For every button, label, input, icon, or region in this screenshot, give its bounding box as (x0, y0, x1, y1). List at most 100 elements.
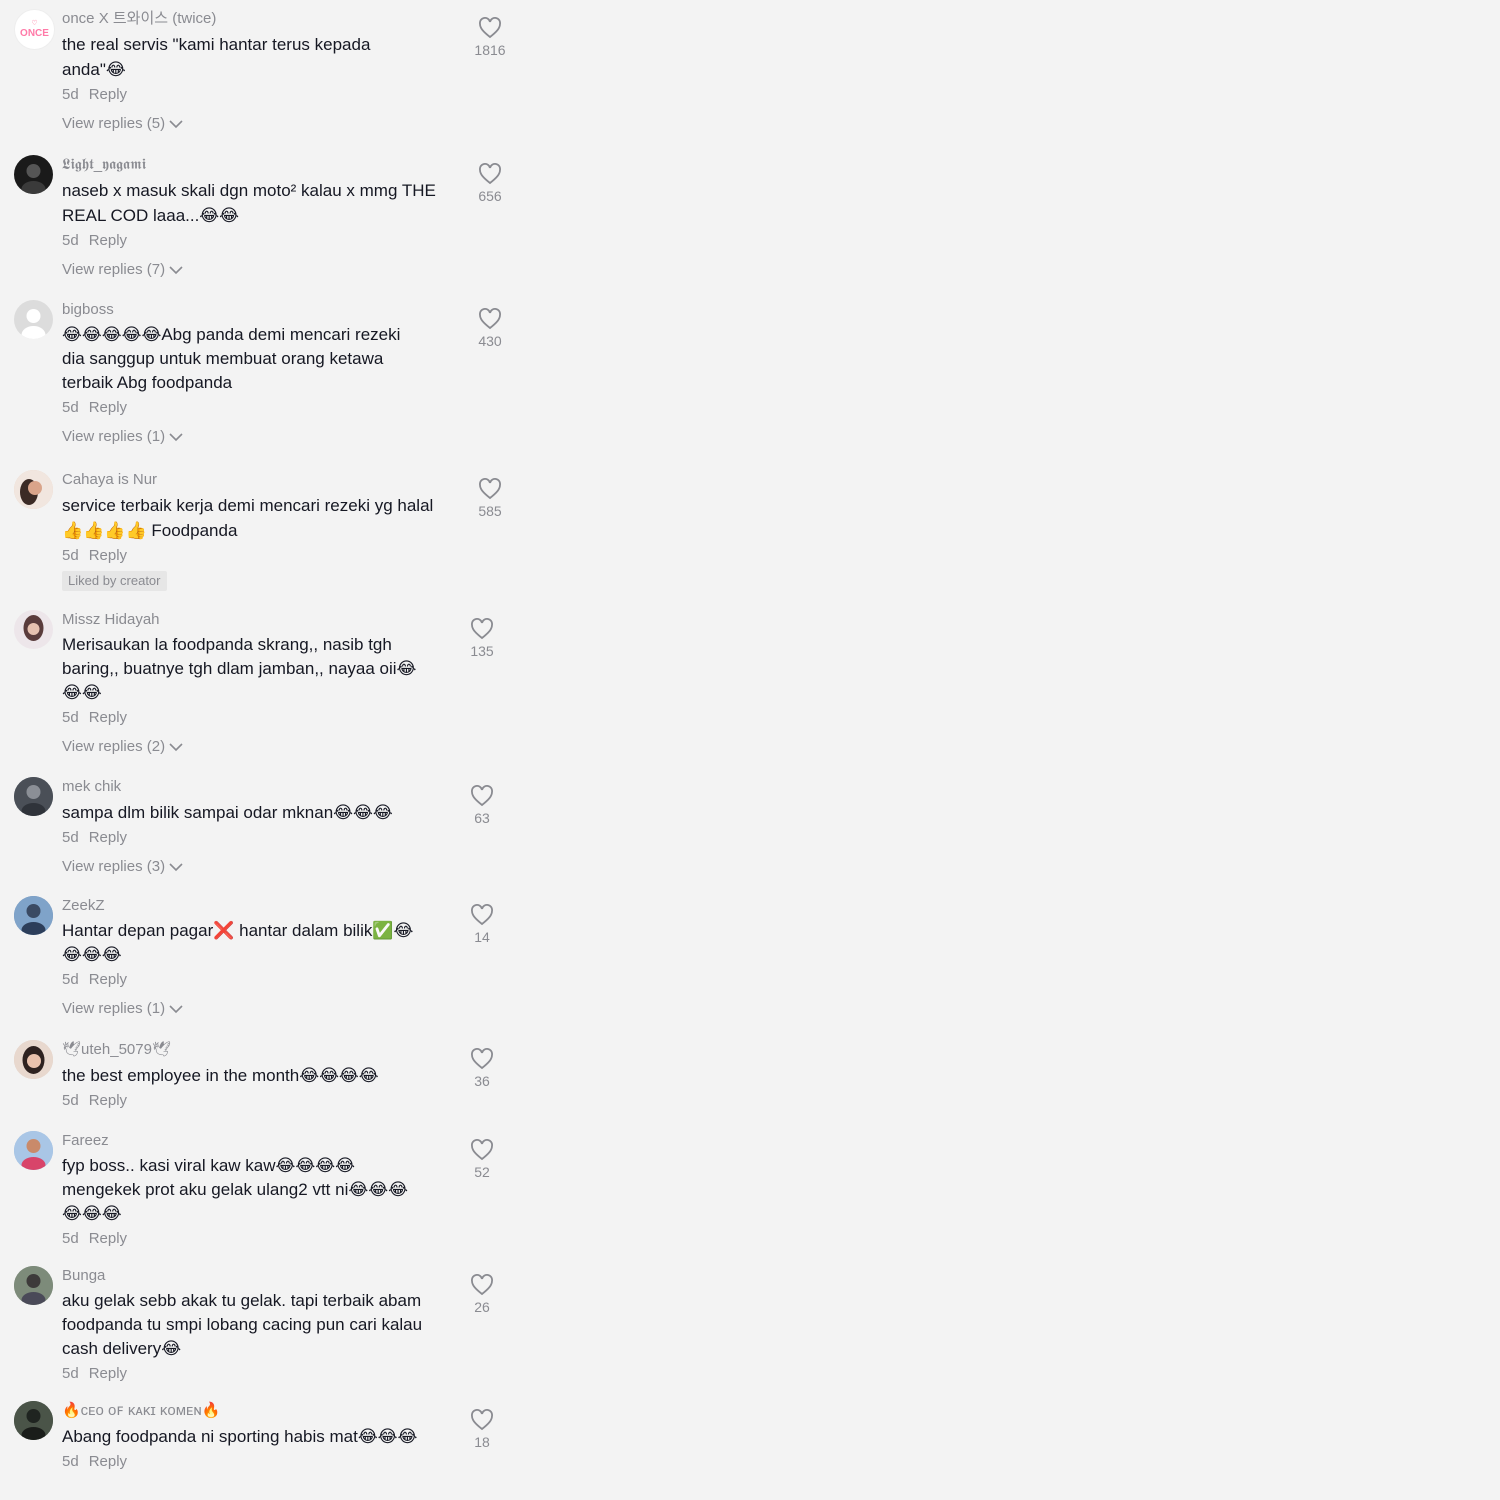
heart-icon[interactable] (470, 1048, 494, 1070)
comment-username[interactable]: Cahaya is Nur (62, 470, 462, 490)
avatar[interactable] (14, 610, 53, 649)
comment-meta: 5d Reply (62, 546, 462, 566)
view-replies-button[interactable]: View replies (5) (62, 114, 462, 134)
comment-body: Fareez fyp boss.. kasi viral kaw kaw😂😂😂😂… (62, 1131, 462, 1249)
comment-username[interactable]: ZeekZ (62, 896, 462, 916)
comment-text: 😂😂😂😂😂Abg panda demi mencari rezeki dia s… (62, 325, 401, 392)
avatar[interactable] (14, 155, 53, 194)
like-count: 1816 (474, 42, 506, 58)
view-replies-label: View replies (3) (62, 858, 166, 875)
comment-time: 5d (62, 232, 79, 249)
comment-text: aku gelak sebb akak tu gelak. tapi terba… (62, 1291, 423, 1358)
comment-username[interactable]: Missz Hidayah (62, 610, 462, 630)
comment-meta: 5d Reply (62, 970, 462, 990)
comment-username[interactable]: once X 트와이스 (twice) (62, 9, 462, 29)
view-replies-label: View replies (2) (62, 738, 166, 755)
heart-icon[interactable] (470, 618, 494, 640)
like-count: 656 (478, 188, 502, 204)
reply-button[interactable]: Reply (89, 546, 127, 566)
comment-username[interactable]: 🔥ᴄᴇᴏ ᴏꜰ ᴋᴀᴋɪ ᴋᴏᴍᴇɴ🔥 (62, 1401, 462, 1421)
view-replies-button[interactable]: View replies (1) (62, 427, 462, 447)
reply-button[interactable]: Reply (89, 1229, 127, 1249)
like-column: 26 (462, 1274, 502, 1316)
comment-username[interactable]: 🕊uteh_5079🕊 (62, 1040, 462, 1060)
like-column: 585 (470, 478, 510, 520)
chevron-down-icon (169, 1005, 183, 1014)
view-replies-label: View replies (1) (62, 1000, 166, 1017)
heart-icon[interactable] (470, 904, 494, 926)
like-count: 14 (474, 929, 490, 945)
like-count: 36 (474, 1073, 490, 1089)
heart-icon[interactable] (478, 17, 502, 39)
avatar[interactable] (14, 1131, 53, 1170)
view-replies-button[interactable]: View replies (1) (62, 999, 462, 1019)
comment-time: 5d (62, 1453, 79, 1470)
comment-username[interactable]: Bunga (62, 1266, 462, 1286)
comment-time: 5d (62, 1230, 79, 1247)
heart-icon[interactable] (478, 478, 502, 500)
comment-username[interactable]: 𝕷𝖎𝖌𝖍𝖙_𝖞𝖆𝖌𝖆𝖒𝖎 (62, 155, 462, 175)
reply-button[interactable]: Reply (89, 708, 127, 728)
comment-meta: 5d Reply (62, 1229, 462, 1249)
chevron-down-icon (169, 266, 183, 275)
like-column: 1816 (470, 17, 510, 59)
heart-icon[interactable] (470, 1139, 494, 1161)
profile-photo (14, 1401, 53, 1440)
avatar[interactable] (14, 300, 53, 339)
profile-photo (14, 1040, 53, 1079)
comment-meta: 5d Reply (62, 85, 462, 105)
profile-photo (14, 470, 53, 509)
comment-text: Abang foodpanda ni sporting habis mat😂😂😂 (62, 1427, 418, 1446)
heart-icon[interactable] (478, 308, 502, 330)
comment-text: service terbaik kerja demi mencari rezek… (62, 496, 434, 540)
reply-button[interactable]: Reply (89, 231, 127, 251)
view-replies-button[interactable]: View replies (2) (62, 737, 462, 757)
comment-username[interactable]: Fareez (62, 1131, 462, 1151)
comment-meta: 5d Reply (62, 1091, 462, 1111)
like-count: 585 (478, 503, 502, 519)
comment-username[interactable]: mek chik (62, 777, 462, 797)
comment-time: 5d (62, 86, 79, 103)
avatar[interactable] (14, 470, 53, 509)
view-replies-button[interactable]: View replies (7) (62, 260, 462, 280)
comment-meta: 5d Reply (62, 1452, 462, 1472)
like-column: 656 (470, 163, 510, 205)
heart-icon[interactable] (470, 1274, 494, 1296)
comment-body: bigboss 😂😂😂😂😂Abg panda demi mencari reze… (62, 300, 462, 447)
reply-button[interactable]: Reply (89, 970, 127, 990)
reply-button[interactable]: Reply (89, 398, 127, 418)
view-replies-button[interactable]: View replies (3) (62, 857, 462, 877)
avatar[interactable] (14, 896, 53, 935)
like-column: 14 (462, 904, 502, 946)
heart-icon[interactable] (478, 163, 502, 185)
comment-text: Merisaukan la foodpanda skrang,, nasib t… (62, 635, 417, 702)
profile-photo (14, 777, 53, 816)
heart-icon[interactable] (470, 1409, 494, 1431)
heart-icon[interactable] (470, 785, 494, 807)
like-count: 63 (474, 810, 490, 826)
avatar[interactable] (14, 1401, 53, 1440)
comment-body: Bunga aku gelak sebb akak tu gelak. tapi… (62, 1266, 462, 1384)
comment-meta: 5d Reply (62, 708, 462, 728)
avatar[interactable] (14, 1040, 53, 1079)
comment-meta: 5d Reply (62, 1364, 462, 1384)
comment-body: 𝕷𝖎𝖌𝖍𝖙_𝖞𝖆𝖌𝖆𝖒𝖎 naseb x masuk skali dgn mot… (62, 155, 462, 280)
chevron-down-icon (169, 863, 183, 872)
like-count: 26 (474, 1299, 490, 1315)
comment-time: 5d (62, 829, 79, 846)
chevron-down-icon (169, 120, 183, 129)
comment-body: 🕊uteh_5079🕊 the best employee in the mon… (62, 1040, 462, 1111)
reply-button[interactable]: Reply (89, 1452, 127, 1472)
comment-time: 5d (62, 547, 79, 564)
reply-button[interactable]: Reply (89, 85, 127, 105)
avatar[interactable]: ♡ ONCE (14, 9, 55, 50)
avatar[interactable] (14, 1266, 53, 1305)
comment-username[interactable]: bigboss (62, 300, 462, 320)
reply-button[interactable]: Reply (89, 1364, 127, 1384)
reply-button[interactable]: Reply (89, 828, 127, 848)
avatar[interactable] (14, 777, 53, 816)
reply-button[interactable]: Reply (89, 1091, 127, 1111)
chevron-down-icon (169, 743, 183, 752)
comment-text: the best employee in the month😂😂😂😂 (62, 1066, 379, 1085)
svg-text:ONCE: ONCE (20, 28, 49, 39)
